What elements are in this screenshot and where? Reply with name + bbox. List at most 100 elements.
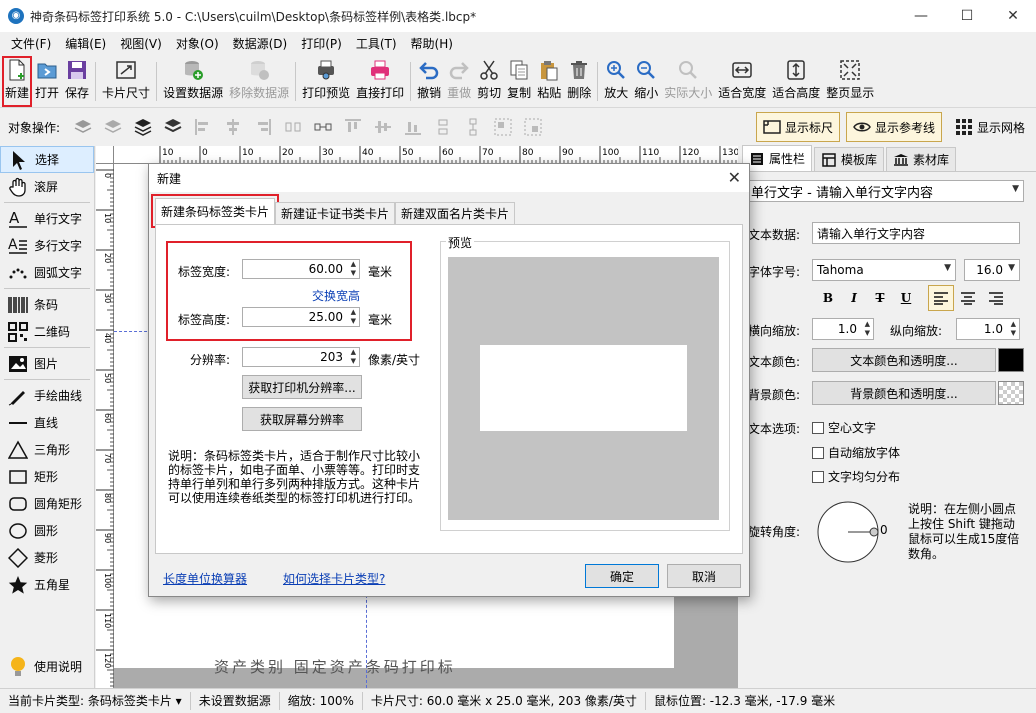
help-button[interactable]: 使用说明 [0, 653, 95, 680]
new-button[interactable]: 新建 [2, 56, 33, 107]
tool-round-rect[interactable]: 圆角矩形 [0, 490, 94, 517]
tool-triangle[interactable]: 三角形 [0, 436, 94, 463]
object-selector[interactable]: 单行文字 - 请输入单行文字内容 ▼ [746, 180, 1024, 202]
fit-height-button[interactable]: 适合高度 [769, 56, 823, 107]
tool-star[interactable]: 五角星 [0, 571, 94, 598]
bring-front-icon[interactable] [132, 116, 154, 138]
height-input[interactable]: 25.00 ▲ ▼ [242, 307, 360, 327]
show-guides-toggle[interactable]: 显示参考线 [845, 112, 942, 142]
get-screen-dpi-button[interactable]: 获取屏幕分辨率 [242, 407, 362, 431]
menu-print[interactable]: 打印(P) [294, 32, 349, 56]
same-height-icon[interactable] [462, 116, 484, 138]
card-size-button[interactable]: 卡片尺寸 [99, 56, 153, 107]
status-card-type[interactable]: 当前卡片类型: 条码标签类卡片 ▾ [0, 692, 191, 710]
distribute-v-icon[interactable] [432, 116, 454, 138]
tool-qrcode[interactable]: 二维码 [0, 318, 94, 345]
tool-line[interactable]: 直线 [0, 409, 94, 436]
align-bottom-icon[interactable] [402, 116, 424, 138]
maximize-button[interactable]: ☐ [944, 0, 990, 32]
spinner-arrows-icon[interactable]: ▲ ▼ [351, 308, 356, 326]
open-button[interactable]: 打开 [32, 56, 62, 107]
print-preview-button[interactable]: 打印预览 [299, 56, 353, 107]
font-size-select[interactable]: 16.0 ▼ [964, 259, 1020, 281]
fit-width-button[interactable]: 适合宽度 [715, 56, 769, 107]
tool-diamond[interactable]: 菱形 [0, 544, 94, 571]
tab-barcode-label-card[interactable]: 新建条码标签类卡片 [150, 194, 280, 228]
align-left-button[interactable] [928, 285, 954, 311]
distribute-h-icon[interactable] [282, 116, 304, 138]
menu-object[interactable]: 对象(O) [169, 32, 226, 56]
align-right-icon[interactable] [252, 116, 274, 138]
hollow-text-checkbox[interactable]: 空心文字 [812, 419, 876, 436]
font-family-select[interactable]: Tahoma ▼ [812, 259, 956, 281]
menu-file[interactable]: 文件(F) [4, 32, 58, 56]
horizontal-ruler[interactable]: 10 0 10 20 30 40 50 60 70 80 90 100 110 120 130 [114, 146, 738, 164]
dpi-input[interactable]: 203 ▲ ▼ [242, 347, 360, 367]
get-printer-dpi-button[interactable]: 获取打印机分辨率... [242, 375, 362, 399]
menu-view[interactable]: 视图(V) [113, 32, 169, 56]
minimize-button[interactable]: — [898, 0, 944, 32]
tool-freehand[interactable]: 手绘曲线 [0, 382, 94, 409]
undo-button[interactable]: 撤销 [414, 56, 444, 107]
copy-button[interactable]: 复制 [504, 56, 534, 107]
vscale-input[interactable]: 1.0 ▲ ▼ [956, 318, 1020, 340]
ok-button[interactable]: 确定 [585, 564, 659, 588]
remove-datasource-button[interactable]: 移除数据源 [226, 56, 292, 107]
tab-id-certificate-card[interactable]: 新建证卡证书类卡片 [275, 202, 396, 224]
how-to-choose-link[interactable]: 如何选择卡片类型? [283, 570, 385, 587]
align-middle-icon[interactable] [372, 116, 394, 138]
layers-up-icon[interactable] [72, 116, 94, 138]
width-input[interactable]: 60.00 ▲ ▼ [242, 259, 360, 279]
tab-properties[interactable]: 属性栏 [742, 145, 813, 171]
group-icon[interactable] [492, 116, 514, 138]
delete-button[interactable]: 删除 [564, 56, 594, 107]
align-top-icon[interactable] [342, 116, 364, 138]
tool-arc-text[interactable]: 圆弧文字 [0, 259, 94, 286]
italic-button[interactable]: I [842, 287, 866, 309]
spinner-arrows-icon[interactable]: ▲ ▼ [1011, 320, 1016, 338]
save-button[interactable]: 保存 [62, 56, 92, 107]
text-data-input[interactable]: 请输入单行文字内容 [812, 222, 1020, 244]
zoom-in-button[interactable]: 放大 [601, 56, 631, 107]
spinner-arrows-icon[interactable]: ▲ ▼ [351, 260, 356, 278]
menu-help[interactable]: 帮助(H) [404, 32, 460, 56]
bg-color-swatch[interactable] [998, 381, 1024, 405]
direct-print-button[interactable]: 直接打印 [353, 56, 407, 107]
tool-multi-text[interactable]: A 多行文字 [0, 232, 94, 259]
text-color-button[interactable]: 文本颜色和透明度... [812, 348, 996, 372]
tool-single-text[interactable]: A 单行文字 [0, 205, 94, 232]
unit-calculator-link[interactable]: 长度单位换算器 [163, 570, 247, 587]
tab-assets[interactable]: 素材库 [886, 147, 957, 171]
layers-down-icon[interactable] [102, 116, 124, 138]
show-ruler-toggle[interactable]: 显示标尺 [755, 112, 840, 142]
tool-rect[interactable]: 矩形 [0, 463, 94, 490]
menu-tools[interactable]: 工具(T) [349, 32, 404, 56]
underline-button[interactable]: U [894, 287, 918, 309]
tool-image[interactable]: 图片 [0, 350, 94, 377]
actual-size-button[interactable]: 实际大小 [661, 56, 715, 107]
bold-button[interactable]: B [816, 287, 840, 309]
tool-pan[interactable]: 滚屏 [0, 173, 94, 200]
tool-barcode[interactable]: 条码 [0, 291, 94, 318]
distribute-text-checkbox[interactable]: 文字均匀分布 [812, 468, 900, 485]
spinner-arrows-icon[interactable]: ▲ ▼ [351, 348, 356, 366]
vertical-ruler[interactable]: 0 10 20 30 40 50 60 70 80 90 100 110 120 [96, 164, 114, 688]
tab-templates[interactable]: 模板库 [814, 147, 885, 171]
text-color-swatch[interactable] [998, 348, 1024, 372]
cut-button[interactable]: 剪切 [474, 56, 504, 107]
menu-datasource[interactable]: 数据源(D) [226, 32, 295, 56]
zoom-out-button[interactable]: 缩小 [631, 56, 661, 107]
align-center-h-icon[interactable] [222, 116, 244, 138]
set-datasource-button[interactable]: 设置数据源 [160, 56, 226, 107]
dialog-close-icon[interactable]: ✕ [728, 168, 741, 187]
auto-scale-checkbox[interactable]: 自动缩放字体 [812, 444, 900, 461]
send-back-icon[interactable] [162, 116, 184, 138]
menu-edit[interactable]: 编辑(E) [58, 32, 113, 56]
ungroup-icon[interactable] [522, 116, 544, 138]
align-center-button[interactable] [956, 287, 980, 309]
cancel-button[interactable]: 取消 [667, 564, 741, 588]
paste-button[interactable]: 粘贴 [534, 56, 564, 107]
fit-page-button[interactable]: 整页显示 [823, 56, 877, 107]
same-width-icon[interactable] [312, 116, 334, 138]
close-window-button[interactable]: ✕ [990, 0, 1036, 32]
